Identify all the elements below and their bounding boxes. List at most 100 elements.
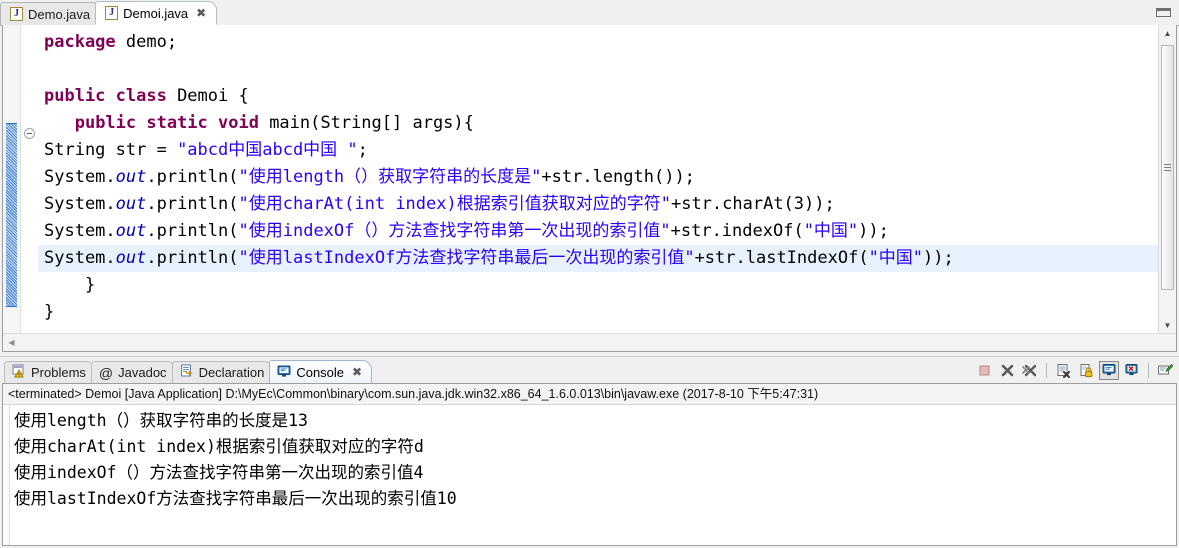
code-token: public class [44,86,167,106]
code-line[interactable]: public class Demoi { [38,83,1158,110]
pin-console-button[interactable] [1155,361,1175,380]
code-token: out [115,194,147,214]
console-output-line: 使用indexOf（）方法查找字符串第一次出现的索引值4 [14,463,424,482]
code-token: Demoi { [166,86,249,106]
java-file-icon: J [105,6,119,20]
code-token: .println( [146,167,239,187]
code-line[interactable]: System.out.println("使用indexOf（）方法查找字符串第一… [38,218,1158,245]
minimize-editor-button[interactable] [1156,8,1171,17]
code-token: package [44,32,116,52]
console-view: <terminated> Demoi [Java Application] D:… [2,383,1177,546]
open-console-button[interactable] [1122,361,1142,380]
code-token: ; [357,140,368,160]
code-token: "中国" [803,221,859,241]
scroll-left-arrow-icon[interactable]: ◀ [3,335,20,350]
toolbar-separator [1046,362,1047,378]
code-line[interactable]: public static void main(String[] args){ [38,110,1158,137]
editor-tab-bar: J Demo.java J Demoi.java ✖ [0,0,1179,26]
remove-all-terminated-button[interactable] [1020,361,1040,380]
close-icon[interactable]: ✖ [352,366,362,378]
code-token: System. [44,248,116,268]
editor-rows: package demo; public class Demoi { public… [3,25,1176,333]
tab-label: Javadoc [118,365,167,380]
collapse-fold-icon[interactable] [24,128,35,139]
changed-lines-indicator [6,123,17,307]
terminate-button[interactable] [974,361,994,380]
code-token: out [115,221,147,241]
code-token: .println( [146,248,239,268]
console-tab-bar: Problems @ Javadoc Declaration Console ✖ [0,357,1179,383]
code-line[interactable] [38,56,1158,83]
toolbar-separator [1148,362,1149,378]
code-token: "使用indexOf（）方法查找字符串第一次出现的索引值" [238,221,671,241]
eclipse-workbench: J Demo.java J Demoi.java ✖ package demo;… [0,0,1179,548]
code-line[interactable]: } [38,272,1158,299]
code-token: )); [858,221,889,241]
declaration-icon [180,364,194,381]
tab-declaration[interactable]: Declaration [171,361,275,383]
code-line[interactable]: String str = "abcd中国abcd中国 "; [38,137,1158,164]
code-line[interactable]: } [38,299,1158,326]
code-token: demo; [115,32,178,52]
editor-annotation-ruler[interactable] [3,25,21,333]
tab-javadoc[interactable]: @ Javadoc [90,361,177,383]
console-status-line: <terminated> Demoi [Java Application] D:… [3,384,1176,405]
code-line[interactable]: System.out.println("使用lastIndexOf方法查找字符串… [38,245,1158,272]
code-line[interactable]: package demo; [38,29,1158,56]
code-token: } [44,275,96,295]
tab-problems[interactable]: Problems [4,361,96,383]
code-line[interactable]: System.out.println("使用length（）获取字符串的长度是"… [38,164,1158,191]
clear-console-button[interactable] [1053,361,1073,380]
console-output-area[interactable]: 使用length（）获取字符串的长度是13 使用charAt(int index)… [3,405,1176,545]
scroll-up-arrow-icon[interactable]: ▲ [1160,25,1175,41]
code-token: out [115,167,147,187]
editor-tab-label: Demo.java [28,6,91,22]
scroll-grip-icon [1164,164,1171,171]
code-token: System. [44,221,116,241]
code-token: System. [44,167,116,187]
code-token: +str.indexOf( [670,221,804,241]
editor-horizontal-scrollbar[interactable]: ◀ [3,333,1176,351]
remove-launch-button[interactable] [997,361,1017,380]
editor-vertical-scrollbar[interactable]: ▲ ▼ [1158,25,1176,333]
tab-console[interactable]: Console ✖ [269,360,373,383]
scroll-down-arrow-icon[interactable]: ▼ [1160,317,1175,333]
code-token: "使用lastIndexOf方法查找字符串最后一次出现的索引值" [238,248,695,268]
scroll-lock-button[interactable] [1076,361,1096,380]
tab-label: Console [296,364,345,380]
code-token: +str.length()); [541,167,695,187]
vertical-scroll-thumb[interactable] [1161,45,1174,290]
code-token: "abcd中国abcd中国 " [177,140,358,160]
close-icon[interactable]: ✖ [196,7,206,19]
javadoc-at-icon: @ [98,364,114,381]
problems-icon [12,364,26,381]
display-selected-console-button[interactable] [1099,360,1119,380]
vertical-scroll-track[interactable] [1160,41,1175,317]
code-line[interactable]: System.out.println("使用charAt(int index)根… [38,191,1158,218]
console-icon [277,364,291,381]
editor-tab-label: Demoi.java [123,5,189,21]
code-token: public static void [74,113,259,133]
editor-folding-ruler[interactable] [21,25,38,333]
code-token: "中国" [868,248,924,268]
code-token: main(String[] args){ [258,113,474,133]
code-token: "使用length（）获取字符串的长度是" [238,167,542,187]
code-token: out [115,248,147,268]
tab-label: Declaration [198,365,265,380]
editor-body: package demo; public class Demoi { public… [2,25,1177,352]
code-token: +str.charAt(3)); [670,194,835,214]
editor-tab-demo-java[interactable]: J Demo.java [0,2,102,25]
code-token: )); [923,248,954,268]
console-output-line: 使用lastIndexOf方法查找字符串最后一次出现的索引值10 [14,489,457,508]
editor-tab-demoi-java[interactable]: J Demoi.java ✖ [95,1,218,25]
tab-label: Problems [31,365,86,380]
console-output-line: 使用length（）获取字符串的长度是13 [14,411,308,430]
code-token: "使用charAt(int index)根据索引值获取对应的字符" [238,194,671,214]
console-output-text[interactable]: 使用length（）获取字符串的长度是13 使用charAt(int index)… [10,405,1176,545]
code-token: .println( [146,221,239,241]
code-editor-text[interactable]: package demo; public class Demoi { public… [38,25,1158,333]
code-token: .println( [146,194,239,214]
java-file-icon: J [10,7,23,21]
code-token: System. [44,194,116,214]
